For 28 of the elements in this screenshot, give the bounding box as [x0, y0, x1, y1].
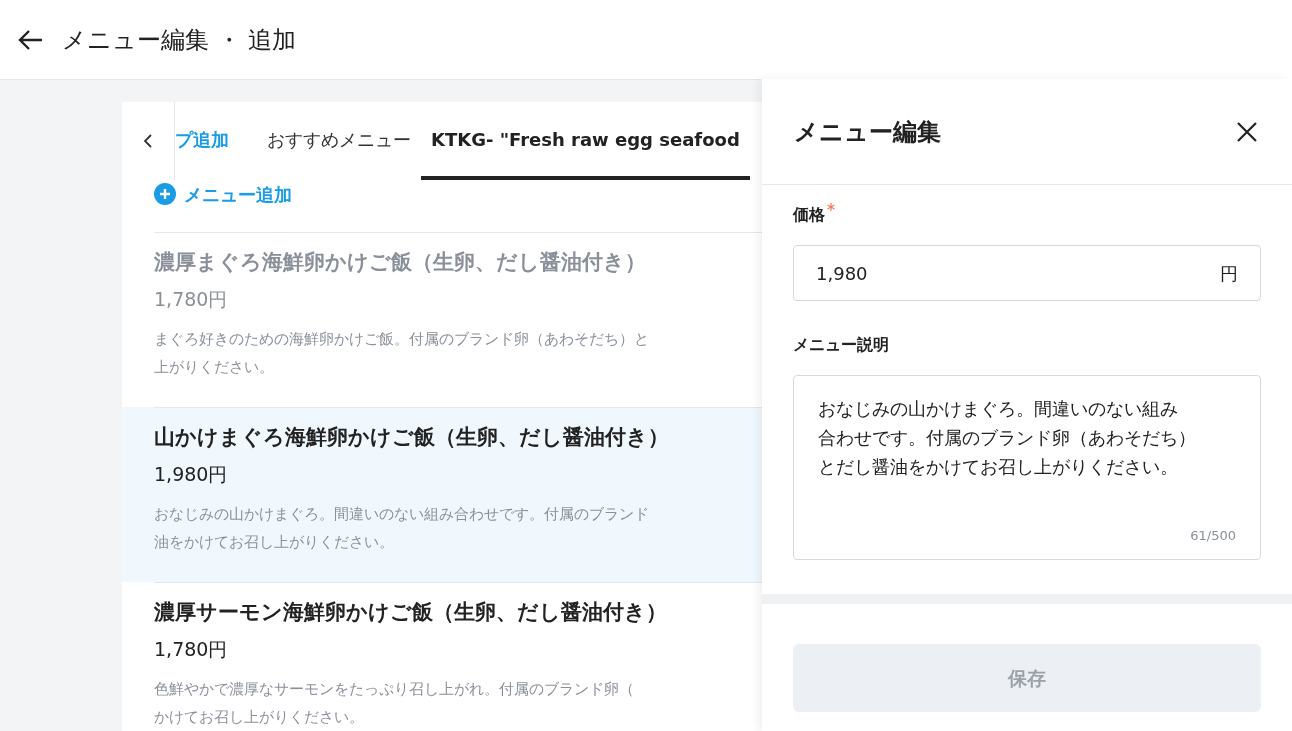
price-label: 価格	[793, 204, 825, 226]
description-label: メニュー説明	[793, 334, 890, 356]
panel-title: メニュー編集	[794, 116, 941, 148]
plus-circle-icon	[154, 183, 176, 205]
menu-item-name: 濃厚まぐろ海鮮卵かけご飯（生卵、だし醤油付き）	[154, 249, 647, 276]
menu-item-price: 1,780円	[154, 286, 229, 312]
character-counter: 61/500	[1190, 526, 1236, 545]
menu-item-name: 山かけまぐろ海鮮卵かけご飯（生卵、だし醤油付き）	[154, 424, 670, 451]
menu-item-price: 1,980円	[154, 461, 229, 487]
menu-item-description: まぐろ好きのための海鮮卵かけご飯。付属のブランド卵（あわそだち）と 上がりください。	[154, 329, 650, 378]
currency-unit: 円	[1220, 261, 1238, 286]
description-text-line: とだし醤油をかけてお召し上がりください。	[818, 455, 1178, 479]
description-field[interactable]: おなじみの山かけまぐろ。間違いのない組み 合わせです。付属のブランド卵（あわそだち） とだし醤油をかけてお召し上がりください。 61/500	[793, 375, 1261, 560]
category-tab[interactable]: おすすめメニュー	[257, 102, 421, 180]
menu-item-description: おなじみの山かけまぐろ。間違いのない組み合わせです。付属のブランド 油をかけてお召し上がりください。	[154, 504, 650, 553]
close-icon	[1236, 120, 1258, 143]
category-tab[interactable]: KTKG- "Fresh raw egg seafood	[421, 102, 750, 180]
price-value: 1,980	[816, 261, 868, 286]
description-text-line: 合わせです。付属のブランド卵（あわそだち）	[818, 426, 1196, 450]
menu-item-description: 色鮮やかで濃厚なサーモンをたっぷり召し上がれ。付属のブランド卵（ かけてお召し上がりください。	[154, 679, 635, 728]
chevron-left-icon	[143, 133, 153, 149]
menu-item-price: 1,780円	[154, 636, 229, 662]
menu-item-name: 濃厚サーモン海鮮卵かけご飯（生卵、だし醤油付き）	[154, 599, 668, 626]
back-arrow-icon	[18, 28, 44, 51]
price-field[interactable]: 1,980 円	[793, 245, 1261, 301]
menu-item[interactable]: 山かけまぐろ海鮮卵かけご飯（生卵、だし醤油付き） 1,980円 おなじみの山かけまぐろ。間違いのない組み合わせです。付属のブランド 油をかけてお召し上がりください。	[122, 407, 762, 582]
page-title: メニュー編集 ・ 追加	[62, 24, 297, 56]
description-text-line: おなじみの山かけまぐろ。間違いのない組み	[818, 397, 1178, 421]
